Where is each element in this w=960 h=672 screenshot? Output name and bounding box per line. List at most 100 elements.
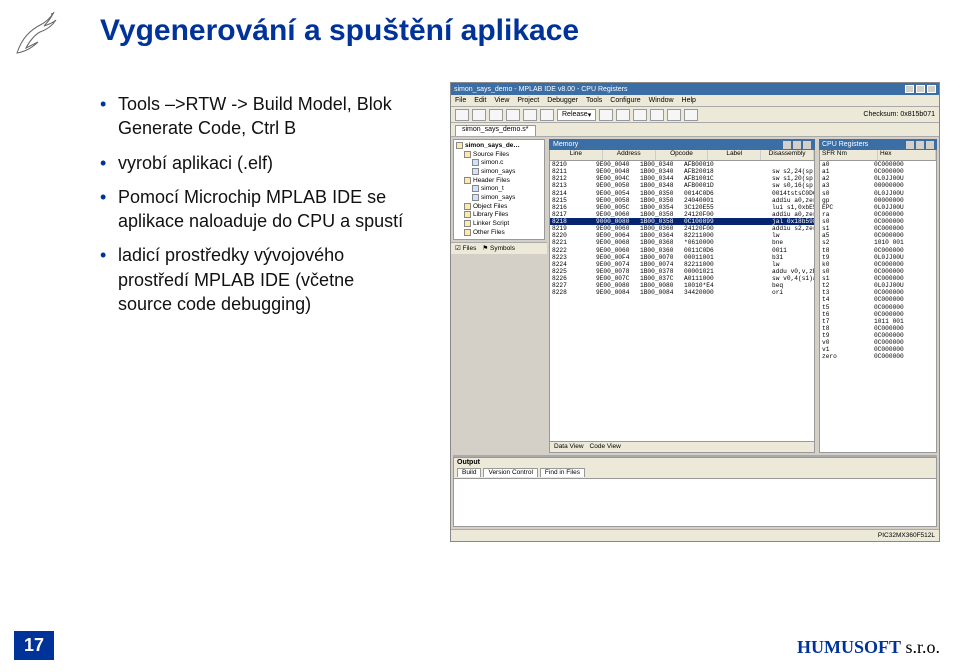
bullet-item: ladicí prostředky vývojového prostředí M…	[100, 243, 410, 316]
toolbar-button[interactable]	[506, 109, 520, 121]
register-row[interactable]: s10C000000	[820, 275, 936, 282]
tree-tabs[interactable]: ☑ Files ⚑ Symbols	[451, 242, 547, 254]
memory-tab-code[interactable]: Code View	[590, 443, 621, 451]
statusbar: PIC32MX360F512L	[451, 529, 939, 541]
memory-row[interactable]: 82149E00_00541B00_03500014C0D60014tstsC0…	[550, 190, 814, 197]
bird-logo	[12, 8, 58, 58]
toolbar-button[interactable]	[633, 109, 647, 121]
tree-tab-symbols[interactable]: ⚑ Symbols	[482, 244, 515, 253]
toolbar-button[interactable]	[489, 109, 503, 121]
toolbar[interactable]: Release ▾ Checksum: 0x815b071	[451, 107, 939, 123]
register-row[interactable]: ra0C000000	[820, 211, 936, 218]
toolbar-button[interactable]	[523, 109, 537, 121]
brand-name: HUMUSOFT	[797, 637, 901, 657]
register-row[interactable]: zero0C000000	[820, 353, 936, 360]
menu-debugger[interactable]: Debugger	[547, 97, 578, 104]
register-row[interactable]: EPC0L0JJ00U	[820, 204, 936, 211]
register-row[interactable]: v00C000000	[820, 339, 936, 346]
register-row[interactable]: gp00000000	[820, 197, 936, 204]
memory-row[interactable]: 82189000_00801B00_03580C100899jal 0x18b5…	[550, 218, 814, 225]
memory-row[interactable]: 82159E00_00581B00_035024040001addiu a0,z…	[550, 197, 814, 204]
register-row[interactable]: t20L0JJ00U	[820, 282, 936, 289]
register-row[interactable]: s10C000000	[820, 225, 936, 232]
memory-row[interactable]: 82179E00_00601B00_035824120F00addiu a0,z…	[550, 211, 814, 218]
document-tabs[interactable]: simon_says_demo.s*	[451, 123, 939, 137]
register-row[interactable]: t90C000000	[820, 332, 936, 339]
memory-row[interactable]: 82289E00_00841B00_008434420000ori	[550, 289, 814, 296]
memory-row[interactable]: 82109E00_00401B00_0340AFB00010	[550, 161, 814, 168]
register-row[interactable]: t80C000000	[820, 247, 936, 254]
toolbar-button[interactable]	[599, 109, 613, 121]
memory-row[interactable]: 82239E00_00F41B00_007000011001b31	[550, 254, 814, 261]
register-row[interactable]: t80C000000	[820, 325, 936, 332]
register-row[interactable]: v10C000000	[820, 346, 936, 353]
panel-buttons[interactable]	[783, 141, 811, 149]
page-title: Vygenerování a spuštění aplikace	[100, 14, 579, 48]
config-combo[interactable]: Release ▾	[557, 109, 596, 121]
toolbar-button[interactable]	[684, 109, 698, 121]
memory-row[interactable]: 82269E00_007C1B00_037CA0111000sw v0,4(s1…	[550, 275, 814, 282]
memory-row[interactable]: 82129E00_004C1B00_0344AFB1001Csw s1,20(s…	[550, 175, 814, 182]
toolbar-button[interactable]	[650, 109, 664, 121]
memory-row[interactable]: 82169E00_005C1B00_03543C120E55lui s1,0xb…	[550, 204, 814, 211]
memory-row[interactable]: 82199E00_00601B00_036024120F00addiu s2,z…	[550, 225, 814, 232]
register-row[interactable]: t71011 001	[820, 318, 936, 325]
menu-help[interactable]: Help	[682, 97, 696, 104]
memory-grid[interactable]: 82109E00_00401B00_0340AFB0001082119E00_0…	[549, 161, 815, 442]
register-row[interactable]: s00L0JJ00U	[820, 190, 936, 197]
memory-row[interactable]: 82219E00_00681B00_0368*0610000bne	[550, 239, 814, 246]
register-row[interactable]: a300000000	[820, 182, 936, 189]
bullet-item: vyrobí aplikaci (.elf)	[100, 151, 410, 175]
panel-buttons[interactable]	[906, 141, 934, 149]
register-row[interactable]: a00C000000	[820, 161, 936, 168]
output-tab-vc[interactable]: Version Control	[483, 468, 537, 477]
menubar[interactable]: File Edit View Project Debugger Tools Co…	[451, 95, 939, 107]
output-tab-find[interactable]: Find in Files	[540, 468, 585, 477]
memory-headers: Line Address Opcode Label Disassembly	[549, 150, 815, 161]
tree-tab-files[interactable]: ☑ Files	[455, 244, 476, 253]
output-tab-build[interactable]: Build	[457, 468, 481, 477]
memory-row[interactable]: 82119E00_00481B00_0340AFB20018sw s2,24(s…	[550, 168, 814, 175]
output-tabs[interactable]: Build Version Control Find in Files	[453, 467, 937, 479]
memory-row[interactable]: 82279E00_00801B00_008010010*E4beq	[550, 282, 814, 289]
register-row[interactable]: t30C000000	[820, 289, 936, 296]
project-tree[interactable]: simon_says_de… Source Files simon.c simo…	[453, 139, 545, 240]
register-row[interactable]: s00C000000	[820, 268, 936, 275]
toolbar-button[interactable]	[455, 109, 469, 121]
memory-titlebar: Memory	[549, 139, 815, 150]
register-row[interactable]: a20L0JJ00U	[820, 175, 936, 182]
memory-tabs[interactable]: Data View Code View	[549, 442, 815, 453]
memory-tab-data[interactable]: Data View	[554, 443, 584, 451]
window-title: simon_says_demo - MPLAB IDE v8.00 - CPU …	[454, 86, 628, 93]
menu-configure[interactable]: Configure	[610, 97, 640, 104]
registers-grid[interactable]: a00C000000a10C000000a20L0JJ00Ua300000000…	[819, 161, 937, 453]
register-row[interactable]: k00C000000	[820, 261, 936, 268]
memory-row[interactable]: 82209E00_00641B00_036482211000lw	[550, 232, 814, 239]
menu-edit[interactable]: Edit	[474, 97, 486, 104]
toolbar-button[interactable]	[667, 109, 681, 121]
register-row[interactable]: a10C000000	[820, 168, 936, 175]
register-row[interactable]: a50C000000	[820, 232, 936, 239]
memory-row[interactable]: 82139E00_00501B00_0348AFB0001Dsw s0,16(s…	[550, 182, 814, 189]
register-row[interactable]: t90L0JJ00U	[820, 254, 936, 261]
memory-row[interactable]: 82249E00_00741B00_007482211000lw	[550, 261, 814, 268]
page-number: 17	[14, 631, 54, 660]
menu-view[interactable]: View	[494, 97, 509, 104]
memory-row[interactable]: 82259E00_00781B00_037800001021addu v0,v,…	[550, 268, 814, 275]
menu-project[interactable]: Project	[517, 97, 539, 104]
toolbar-button[interactable]	[472, 109, 486, 121]
register-row[interactable]: t50C000000	[820, 304, 936, 311]
ide-window: simon_says_demo - MPLAB IDE v8.00 - CPU …	[450, 82, 940, 542]
toolbar-button[interactable]	[540, 109, 554, 121]
memory-row[interactable]: 82229E00_00601B00_03600011C0D60011	[550, 247, 814, 254]
register-row[interactable]: s21010 001	[820, 239, 936, 246]
toolbar-button[interactable]	[616, 109, 630, 121]
window-buttons[interactable]	[905, 85, 936, 93]
document-tab[interactable]: simon_says_demo.s*	[455, 125, 536, 136]
register-row[interactable]: t60C000000	[820, 311, 936, 318]
menu-file[interactable]: File	[455, 97, 466, 104]
register-row[interactable]: t40C000000	[820, 296, 936, 303]
register-row[interactable]: s00C000000	[820, 218, 936, 225]
menu-window[interactable]: Window	[649, 97, 674, 104]
menu-tools[interactable]: Tools	[586, 97, 602, 104]
